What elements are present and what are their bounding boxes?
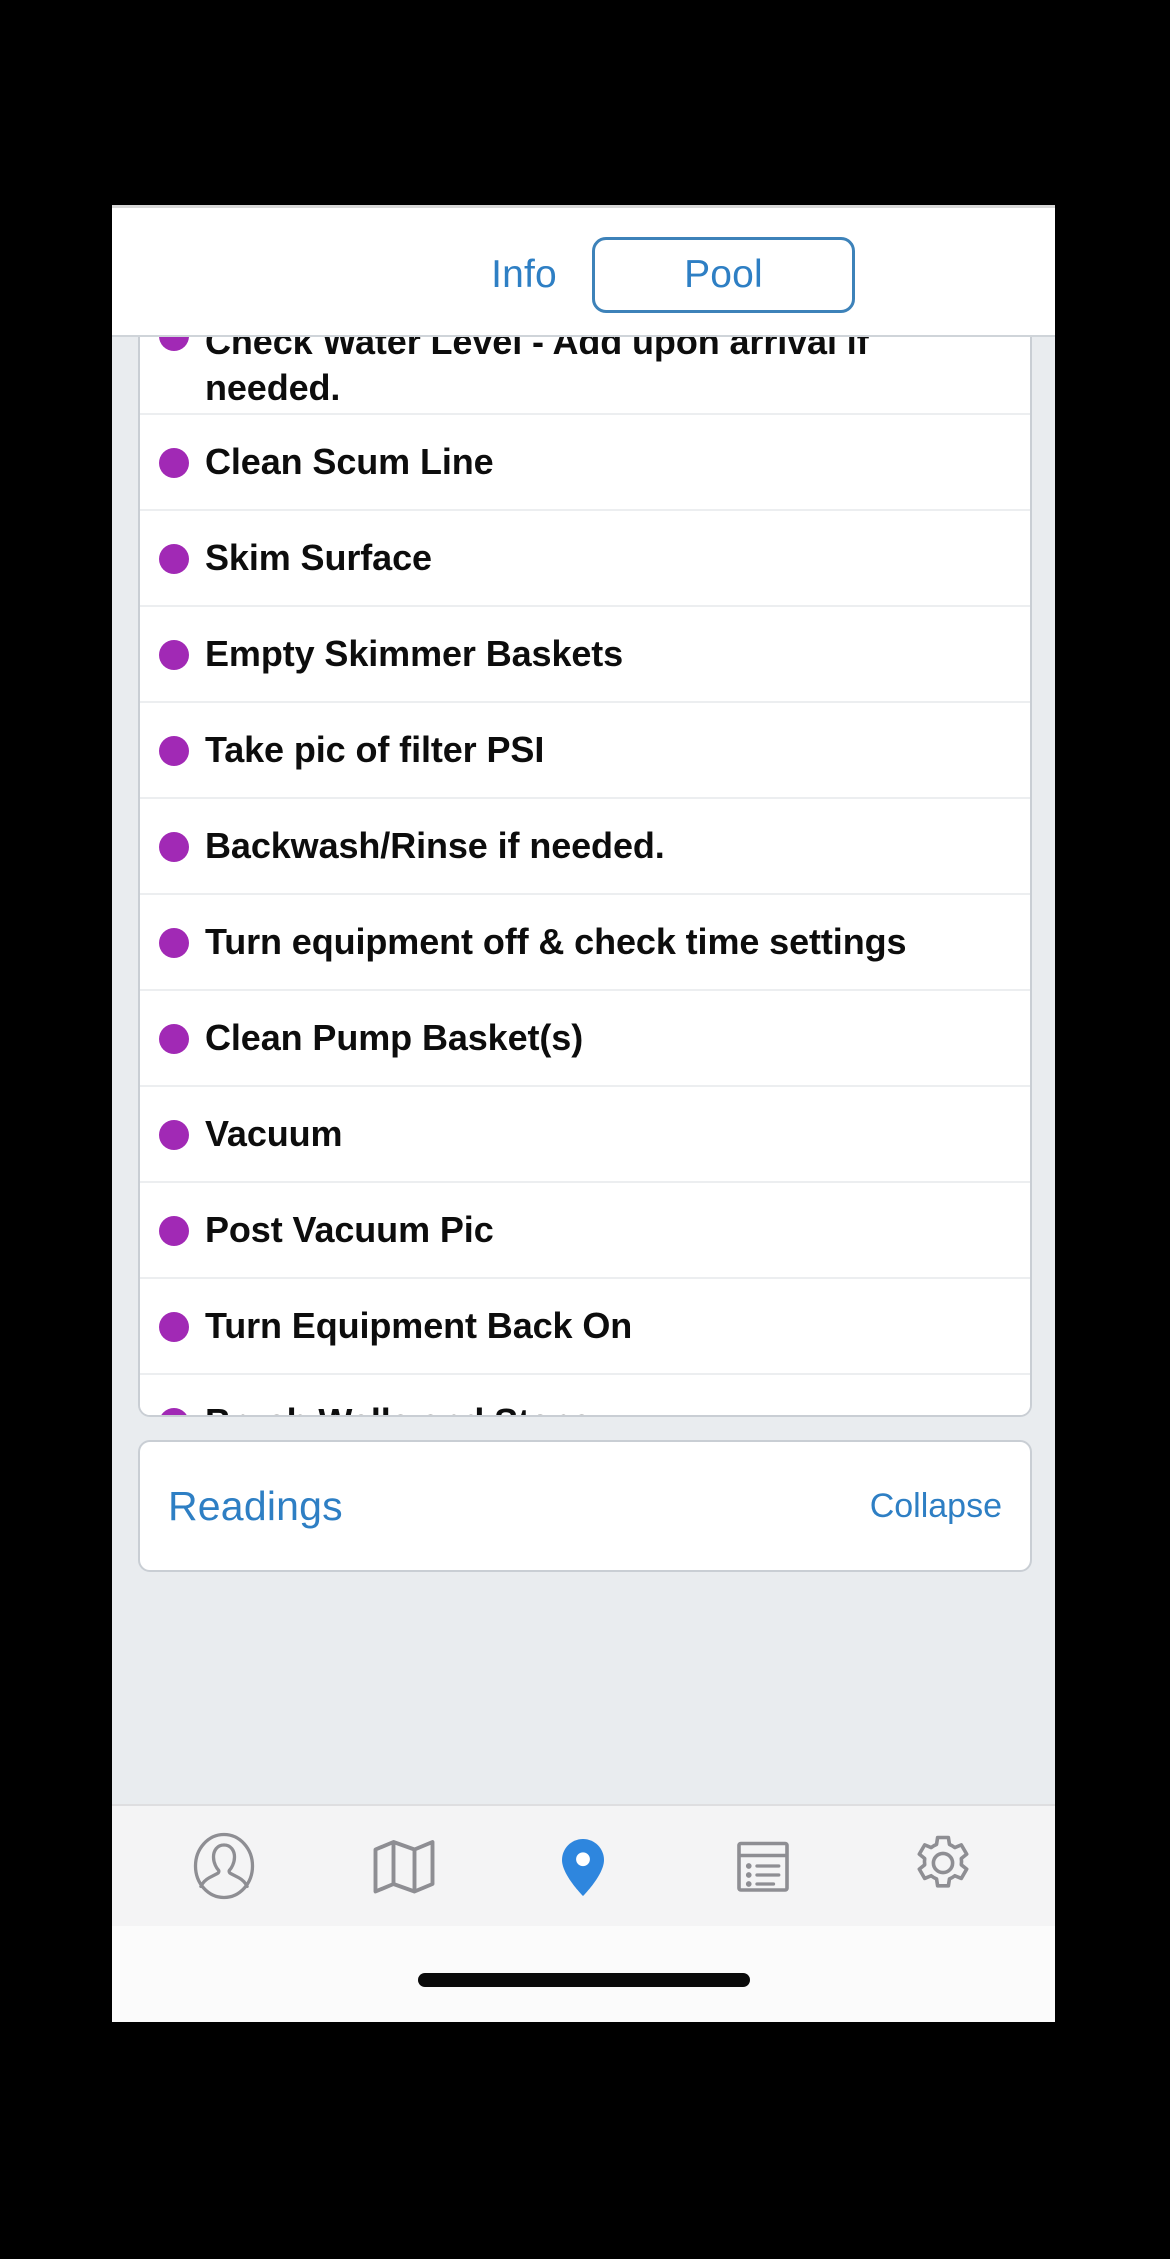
bullet-icon [159, 1312, 189, 1342]
table-row[interactable]: Post Vacuum Pic [140, 1183, 1030, 1279]
task-label: Skim Surface [205, 537, 432, 578]
table-row[interactable]: Brush Walls and Steps [140, 1375, 1030, 1415]
bullet-icon [159, 640, 189, 670]
table-row[interactable]: Skim Surface [140, 511, 1030, 607]
task-label: Clean Scum Line [205, 441, 494, 482]
bottom-tab-bar [112, 1804, 1055, 1926]
table-row[interactable]: Clean Pump Basket(s) [140, 991, 1030, 1087]
collapse-button[interactable]: Collapse [870, 1487, 1002, 1526]
bullet-icon [159, 832, 189, 862]
task-label: Clean Pump Basket(s) [205, 1017, 584, 1058]
readings-card: Readings Collapse [138, 1440, 1032, 1572]
task-label: Empty Skimmer Baskets [205, 633, 624, 674]
bullet-icon [159, 1408, 189, 1415]
table-row[interactable]: Check Water Level - Add upon arrival if … [140, 335, 1030, 415]
task-scroll-area[interactable]: Check Water Level - Add upon arrival if … [112, 335, 1055, 1804]
home-indicator-area [112, 1926, 1055, 2022]
bullet-icon [159, 1216, 189, 1246]
task-label: Post Vacuum Pic [205, 1209, 494, 1250]
tab-pool[interactable]: Pool [592, 237, 855, 313]
bullet-icon [159, 337, 189, 351]
table-row[interactable]: Take pic of filter PSI [140, 703, 1030, 799]
task-label: Vacuum [205, 1113, 343, 1154]
segmented-tab-header: Info Pool [112, 205, 1055, 335]
task-label: Check Water Level - Add upon arrival if … [205, 335, 869, 408]
readings-title[interactable]: Readings [168, 1483, 343, 1530]
task-label: Turn equipment off & check time settings [205, 921, 907, 962]
location-pin-icon [547, 1830, 619, 1902]
bullet-icon [159, 736, 189, 766]
bullet-icon [159, 928, 189, 958]
readings-header-row: Readings Collapse [140, 1442, 1030, 1570]
gear-icon [907, 1830, 979, 1902]
table-row[interactable]: Turn equipment off & check time settings [140, 895, 1030, 991]
bullet-icon [159, 544, 189, 574]
tab-info[interactable]: Info [448, 237, 600, 313]
bullet-icon [159, 448, 189, 478]
task-label: Brush Walls and Steps [205, 1399, 1008, 1415]
pool-task-list: Check Water Level - Add upon arrival if … [138, 335, 1032, 1417]
tab-bar-item-list[interactable] [673, 1806, 853, 1926]
task-label: Backwash/Rinse if needed. [205, 825, 665, 866]
table-row[interactable]: Backwash/Rinse if needed. [140, 799, 1030, 895]
map-icon [368, 1830, 440, 1902]
list-icon [727, 1830, 799, 1902]
tab-bar-item-settings[interactable] [853, 1806, 1033, 1926]
table-row[interactable]: Clean Scum Line [140, 415, 1030, 511]
tab-bar-item-profile[interactable] [134, 1806, 314, 1926]
home-indicator[interactable] [417, 1973, 750, 1987]
table-row[interactable]: Vacuum [140, 1087, 1030, 1183]
task-label: Turn Equipment Back On [205, 1305, 633, 1346]
bullet-icon [159, 1024, 189, 1054]
bullet-icon [159, 1120, 189, 1150]
tab-bar-item-map[interactable] [314, 1806, 494, 1926]
tab-bar-item-location[interactable] [494, 1806, 674, 1926]
person-icon [188, 1830, 260, 1902]
table-row[interactable]: Empty Skimmer Baskets [140, 607, 1030, 703]
phone-screen: Info Pool Check Water Level - Add upon a… [112, 205, 1055, 2022]
table-row[interactable]: Turn Equipment Back On [140, 1279, 1030, 1375]
task-label: Take pic of filter PSI [205, 729, 545, 770]
